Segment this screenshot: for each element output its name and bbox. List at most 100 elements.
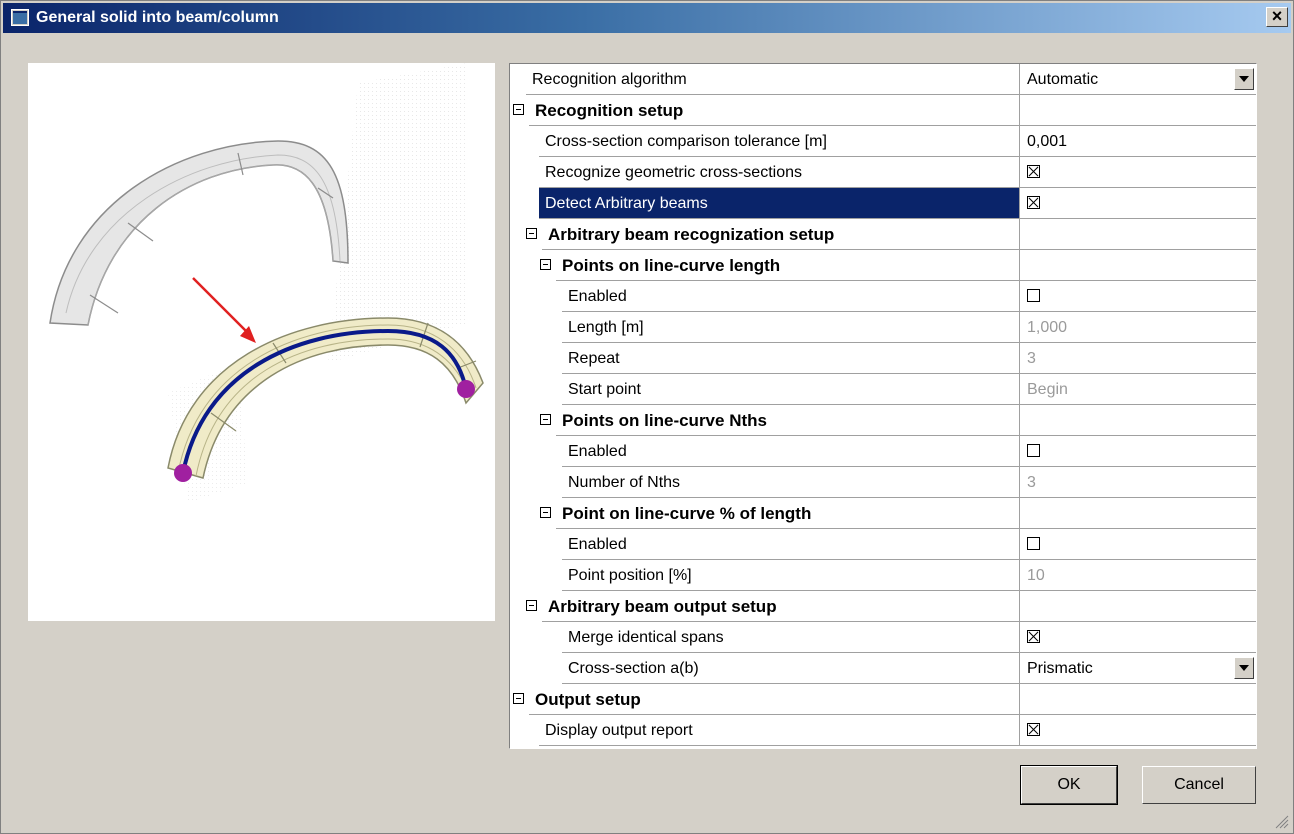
property-value[interactable]	[1020, 188, 1256, 219]
property-value[interactable]	[1020, 715, 1256, 746]
resize-grip-icon[interactable]	[1273, 813, 1289, 829]
property-value[interactable]: 0,001	[1020, 126, 1256, 157]
property-name: Point on line-curve % of length	[556, 498, 1020, 529]
checkbox[interactable]	[1027, 630, 1040, 643]
property-name: Start point	[562, 374, 1020, 405]
property-value[interactable]: 3	[1020, 467, 1256, 498]
grid-row[interactable]: Cross-section comparison tolerance [m] 0,…	[510, 126, 1256, 157]
grid-row[interactable]: Enabled	[510, 529, 1256, 560]
collapse-icon[interactable]	[513, 104, 524, 115]
close-button[interactable]: ×	[1266, 7, 1288, 27]
grid-row[interactable]: Number of Nths 3	[510, 467, 1256, 498]
property-value[interactable]: 10	[1020, 560, 1256, 591]
end-point-icon	[457, 380, 475, 398]
grid-row[interactable]: Point position [%] 10	[510, 560, 1256, 591]
property-value[interactable]: Prismatic	[1020, 653, 1256, 684]
property-value-text: Begin	[1027, 381, 1068, 398]
property-grid-rows: Recognition algorithm Automatic Recognitio…	[510, 64, 1256, 746]
property-name: Recognition algorithm	[526, 64, 1020, 95]
property-grid[interactable]: Recognition algorithm Automatic Recognitio…	[509, 63, 1257, 749]
start-point-icon	[174, 464, 192, 482]
grid-row[interactable]: Output setup	[510, 684, 1256, 715]
property-name: Repeat	[562, 343, 1020, 374]
collapse-icon[interactable]	[513, 693, 524, 704]
property-value	[1020, 250, 1256, 281]
grid-row[interactable]: Repeat 3	[510, 343, 1256, 374]
grid-row[interactable]: Arbitrary beam output setup	[510, 591, 1256, 622]
checkbox[interactable]	[1027, 165, 1040, 178]
property-value[interactable]: Automatic	[1020, 64, 1256, 95]
property-value[interactable]	[1020, 529, 1256, 560]
property-name: Number of Nths	[562, 467, 1020, 498]
checkbox[interactable]	[1027, 289, 1040, 302]
property-value	[1020, 95, 1256, 126]
property-value[interactable]: 1,000	[1020, 312, 1256, 343]
checkbox[interactable]	[1027, 537, 1040, 550]
collapse-icon[interactable]	[526, 600, 537, 611]
cancel-button[interactable]: Cancel	[1142, 766, 1256, 804]
checkbox[interactable]	[1027, 723, 1040, 736]
property-name: Display output report	[539, 715, 1020, 746]
ok-button[interactable]: OK	[1020, 765, 1118, 805]
property-value[interactable]	[1020, 157, 1256, 188]
grid-row[interactable]: Arbitrary beam recognization setup	[510, 219, 1256, 250]
property-value	[1020, 405, 1256, 436]
property-name: Points on line-curve length	[556, 250, 1020, 281]
grid-row[interactable]: Points on line-curve length	[510, 250, 1256, 281]
dropdown-arrow-icon[interactable]	[1234, 657, 1254, 679]
grid-row[interactable]: Display output report	[510, 715, 1256, 746]
property-name: Detect Arbitrary beams	[539, 188, 1020, 219]
dropdown-arrow-icon[interactable]	[1234, 68, 1254, 90]
collapse-icon[interactable]	[540, 414, 551, 425]
property-value-text: Prismatic	[1027, 660, 1093, 677]
property-value-text: 3	[1027, 474, 1036, 491]
property-name: Cross-section a(b)	[562, 653, 1020, 684]
property-value	[1020, 591, 1256, 622]
checkbox[interactable]	[1027, 196, 1040, 209]
grid-row[interactable]: Enabled	[510, 436, 1256, 467]
grid-row[interactable]: Point on line-curve % of length	[510, 498, 1256, 529]
property-name: Merge identical spans	[562, 622, 1020, 653]
property-value[interactable]	[1020, 436, 1256, 467]
grid-row[interactable]: Enabled	[510, 281, 1256, 312]
property-value[interactable]	[1020, 281, 1256, 312]
property-name: Point position [%]	[562, 560, 1020, 591]
property-value-text: 1,000	[1027, 319, 1068, 336]
property-value-text: Automatic	[1027, 71, 1099, 88]
grid-row[interactable]: Merge identical spans	[510, 622, 1256, 653]
property-name: Enabled	[562, 281, 1020, 312]
grid-row[interactable]: Cross-section a(b) Prismatic	[510, 653, 1256, 684]
grid-row[interactable]: Recognition setup	[510, 95, 1256, 126]
collapse-icon[interactable]	[526, 228, 537, 239]
property-value[interactable]	[1020, 622, 1256, 653]
collapse-icon[interactable]	[540, 259, 551, 270]
grid-row[interactable]: Detect Arbitrary beams	[510, 188, 1256, 219]
property-name: Arbitrary beam output setup	[542, 591, 1020, 622]
grid-row[interactable]: Recognize geometric cross-sections	[510, 157, 1256, 188]
property-value	[1020, 684, 1256, 715]
property-value[interactable]: Begin	[1020, 374, 1256, 405]
grid-row[interactable]: Points on line-curve Nths	[510, 405, 1256, 436]
property-name: Enabled	[562, 436, 1020, 467]
property-name: Enabled	[562, 529, 1020, 560]
property-name: Recognize geometric cross-sections	[539, 157, 1020, 188]
property-name: Points on line-curve Nths	[556, 405, 1020, 436]
property-value[interactable]: 3	[1020, 343, 1256, 374]
property-name: Length [m]	[562, 312, 1020, 343]
property-value-text: 0,001	[1027, 133, 1068, 150]
property-name: Cross-section comparison tolerance [m]	[539, 126, 1020, 157]
dialog-window: General solid into beam/column × Recogni…	[0, 0, 1294, 834]
property-name: Output setup	[529, 684, 1020, 715]
transform-arrow-icon	[192, 277, 256, 343]
beam-illustration	[49, 63, 484, 503]
property-value-text: 3	[1027, 350, 1036, 367]
grid-row[interactable]: Recognition algorithm Automatic	[510, 64, 1256, 95]
collapse-icon[interactable]	[540, 507, 551, 518]
grid-row[interactable]: Start point Begin	[510, 374, 1256, 405]
window-title: General solid into beam/column	[36, 9, 279, 26]
property-value	[1020, 219, 1256, 250]
title-bar[interactable]: General solid into beam/column ×	[3, 3, 1291, 33]
grid-row[interactable]: Length [m] 1,000	[510, 312, 1256, 343]
preview-image	[28, 63, 495, 621]
checkbox[interactable]	[1027, 444, 1040, 457]
